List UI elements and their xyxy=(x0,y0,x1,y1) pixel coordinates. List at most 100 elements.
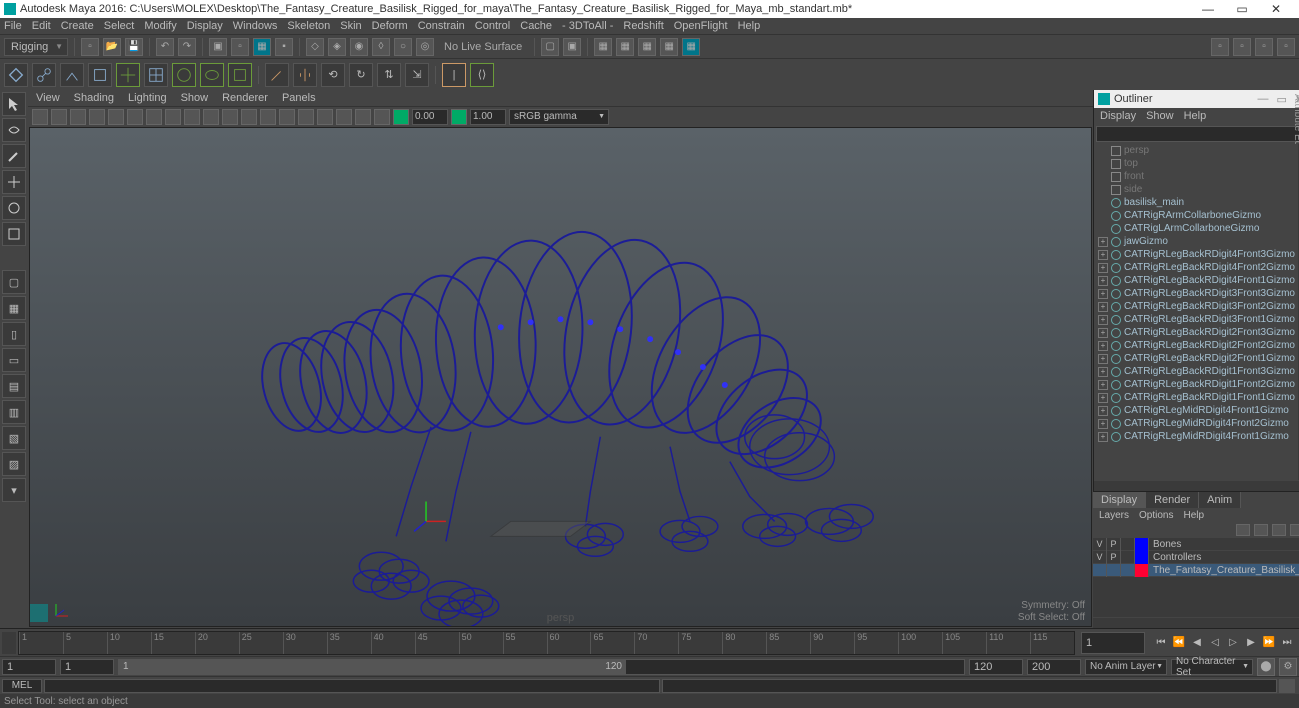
prefs-icon[interactable]: ⚙ xyxy=(1279,658,1297,676)
outliner-item[interactable]: +CATRigRLegBackRDigit3Front2Gizmo xyxy=(1094,300,1299,313)
shelf-joint-icon[interactable] xyxy=(32,63,56,87)
layer-type-cell[interactable] xyxy=(1121,564,1135,577)
panel-film-gate-icon[interactable] xyxy=(127,109,143,125)
shelf-hik-icon[interactable]: | xyxy=(442,63,466,87)
menu-modify[interactable]: Modify xyxy=(144,20,176,32)
select-object-icon[interactable]: ▦ xyxy=(253,38,271,56)
expand-icon[interactable]: + xyxy=(1098,328,1108,338)
go-end-icon[interactable]: ⏭ xyxy=(1279,635,1295,651)
outliner-item[interactable]: CATRigLArmCollarboneGizmo xyxy=(1094,222,1299,235)
menu-edit[interactable]: Edit xyxy=(32,20,51,32)
panel-xray-joints-icon[interactable] xyxy=(374,109,390,125)
range-slider[interactable]: 1 120 xyxy=(118,659,965,675)
panel-gate-mask-icon[interactable] xyxy=(165,109,181,125)
panel-xray-icon[interactable] xyxy=(355,109,371,125)
render-settings-icon[interactable]: ▦ xyxy=(660,38,678,56)
expand-icon[interactable]: + xyxy=(1098,250,1108,260)
expand-icon[interactable]: + xyxy=(1098,367,1108,377)
expand-icon[interactable]: + xyxy=(1098,406,1108,416)
shelf-skin-icon[interactable] xyxy=(88,63,112,87)
select-vertex-icon[interactable]: ▫ xyxy=(231,38,249,56)
panel-gamma-icon[interactable] xyxy=(451,109,467,125)
layout-more-icon[interactable]: ▾ xyxy=(2,478,26,502)
menu-constrain[interactable]: Constrain xyxy=(418,20,465,32)
layout-persp-icon[interactable]: ▥ xyxy=(2,400,26,424)
command-input[interactable] xyxy=(44,679,660,693)
select-multi-icon[interactable]: ▪ xyxy=(275,38,293,56)
menu-windows[interactable]: Windows xyxy=(233,20,278,32)
menu-redshift[interactable]: Redshift xyxy=(623,20,663,32)
outliner-item[interactable]: front xyxy=(1094,170,1299,183)
outliner-item[interactable]: +CATRigRLegMidRDigit4Front2Gizmo xyxy=(1094,417,1299,430)
expand-icon[interactable]: + xyxy=(1098,276,1108,286)
menu-dtoall[interactable]: - 3DToAll - xyxy=(562,20,613,32)
expand-icon[interactable]: + xyxy=(1098,419,1108,429)
snap-live-icon[interactable]: ○ xyxy=(394,38,412,56)
expand-icon[interactable]: + xyxy=(1098,432,1108,442)
panel-menu-lighting[interactable]: Lighting xyxy=(128,92,167,104)
expand-icon[interactable]: + xyxy=(1098,354,1108,364)
close-button[interactable]: ✕ xyxy=(1265,2,1287,16)
panel-lights-icon[interactable] xyxy=(298,109,314,125)
outliner-item[interactable]: +CATRigRLegBackRDigit4Front1Gizmo xyxy=(1094,274,1299,287)
layer-row[interactable]: VPBones xyxy=(1093,538,1299,551)
outliner-item[interactable]: +CATRigRLegBackRDigit2Front1Gizmo xyxy=(1094,352,1299,365)
layer-menu-options[interactable]: Options xyxy=(1139,510,1173,521)
expand-icon[interactable]: + xyxy=(1098,237,1108,247)
panel-exposure-icon[interactable] xyxy=(393,109,409,125)
outliner-item[interactable]: +CATRigRLegBackRDigit2Front2Gizmo xyxy=(1094,339,1299,352)
outliner-menu-show[interactable]: Show xyxy=(1146,110,1174,122)
go-start-icon[interactable]: ⏮ xyxy=(1153,635,1169,651)
outliner-item[interactable]: CATRigRArmCollarboneGizmo xyxy=(1094,209,1299,222)
outliner-filter-input[interactable] xyxy=(1096,126,1299,142)
layer-new-empty-icon[interactable] xyxy=(1272,524,1286,536)
expand-icon[interactable]: + xyxy=(1098,341,1108,351)
layer-type-cell[interactable] xyxy=(1121,551,1135,564)
layer-color-swatch[interactable] xyxy=(1135,564,1149,577)
step-fwd-icon[interactable]: ▶ xyxy=(1243,635,1259,651)
shelf-constraint-icon[interactable]: ⟲ xyxy=(321,63,345,87)
minimize-button[interactable]: — xyxy=(1197,2,1219,16)
layout-single-icon[interactable]: ▢ xyxy=(2,270,26,294)
expand-icon[interactable]: + xyxy=(1098,393,1108,403)
select-mode-icon[interactable]: ▣ xyxy=(209,38,227,56)
layer-playback-toggle[interactable] xyxy=(1107,564,1121,577)
panel-image-plane-icon[interactable] xyxy=(70,109,86,125)
workspace-selector[interactable]: Rigging xyxy=(4,38,68,56)
exposure-input[interactable] xyxy=(412,109,448,125)
menu-openflight[interactable]: OpenFlight xyxy=(674,20,728,32)
shelf-scale-icon[interactable]: ⇲ xyxy=(405,63,429,87)
color-space-dropdown[interactable]: sRGB gamma xyxy=(509,109,609,125)
shelf-cluster-icon[interactable] xyxy=(172,63,196,87)
select-tool-icon[interactable] xyxy=(2,92,26,116)
range-start-outer-field[interactable]: 1 xyxy=(2,659,56,675)
layer-tab-anim[interactable]: Anim xyxy=(1199,492,1241,508)
shelf-lattice-icon[interactable] xyxy=(144,63,168,87)
time-ruler[interactable]: 1510152025303540455055606570758085909510… xyxy=(18,631,1075,655)
pane-layout-2-icon[interactable]: ▫ xyxy=(1233,38,1251,56)
outliner-item[interactable]: persp xyxy=(1094,144,1299,157)
panel-shaded-icon[interactable] xyxy=(260,109,276,125)
open-scene-icon[interactable]: 📂 xyxy=(103,38,121,56)
timeline-toggle-icon[interactable] xyxy=(2,632,16,654)
layer-color-swatch[interactable] xyxy=(1135,538,1149,551)
redo-icon[interactable]: ↷ xyxy=(178,38,196,56)
menu-file[interactable]: File xyxy=(4,20,22,32)
play-fwd-icon[interactable]: ▷ xyxy=(1225,635,1241,651)
expand-icon[interactable]: + xyxy=(1098,263,1108,273)
rotate-tool-icon[interactable] xyxy=(2,196,26,220)
new-scene-icon[interactable]: ▫ xyxy=(81,38,99,56)
pane-layout-1-icon[interactable]: ▫ xyxy=(1211,38,1229,56)
outliner-item[interactable]: +CATRigRLegBackRDigit1Front3Gizmo xyxy=(1094,365,1299,378)
shelf-ik-icon[interactable] xyxy=(60,63,84,87)
outliner-item[interactable]: +CATRigRLegMidRDigit4Front1Gizmo xyxy=(1094,404,1299,417)
snap-point-icon[interactable]: ◉ xyxy=(350,38,368,56)
layer-hscroll[interactable] xyxy=(1093,618,1299,628)
outliner-item[interactable]: top xyxy=(1094,157,1299,170)
panel-menu-panels[interactable]: Panels xyxy=(282,92,316,104)
panel-select-camera-icon[interactable] xyxy=(32,109,48,125)
panel-field-chart-icon[interactable] xyxy=(184,109,200,125)
layout-outliner-icon[interactable]: ▤ xyxy=(2,374,26,398)
step-back-icon[interactable]: ◀ xyxy=(1189,635,1205,651)
panel-isolate-icon[interactable] xyxy=(336,109,352,125)
